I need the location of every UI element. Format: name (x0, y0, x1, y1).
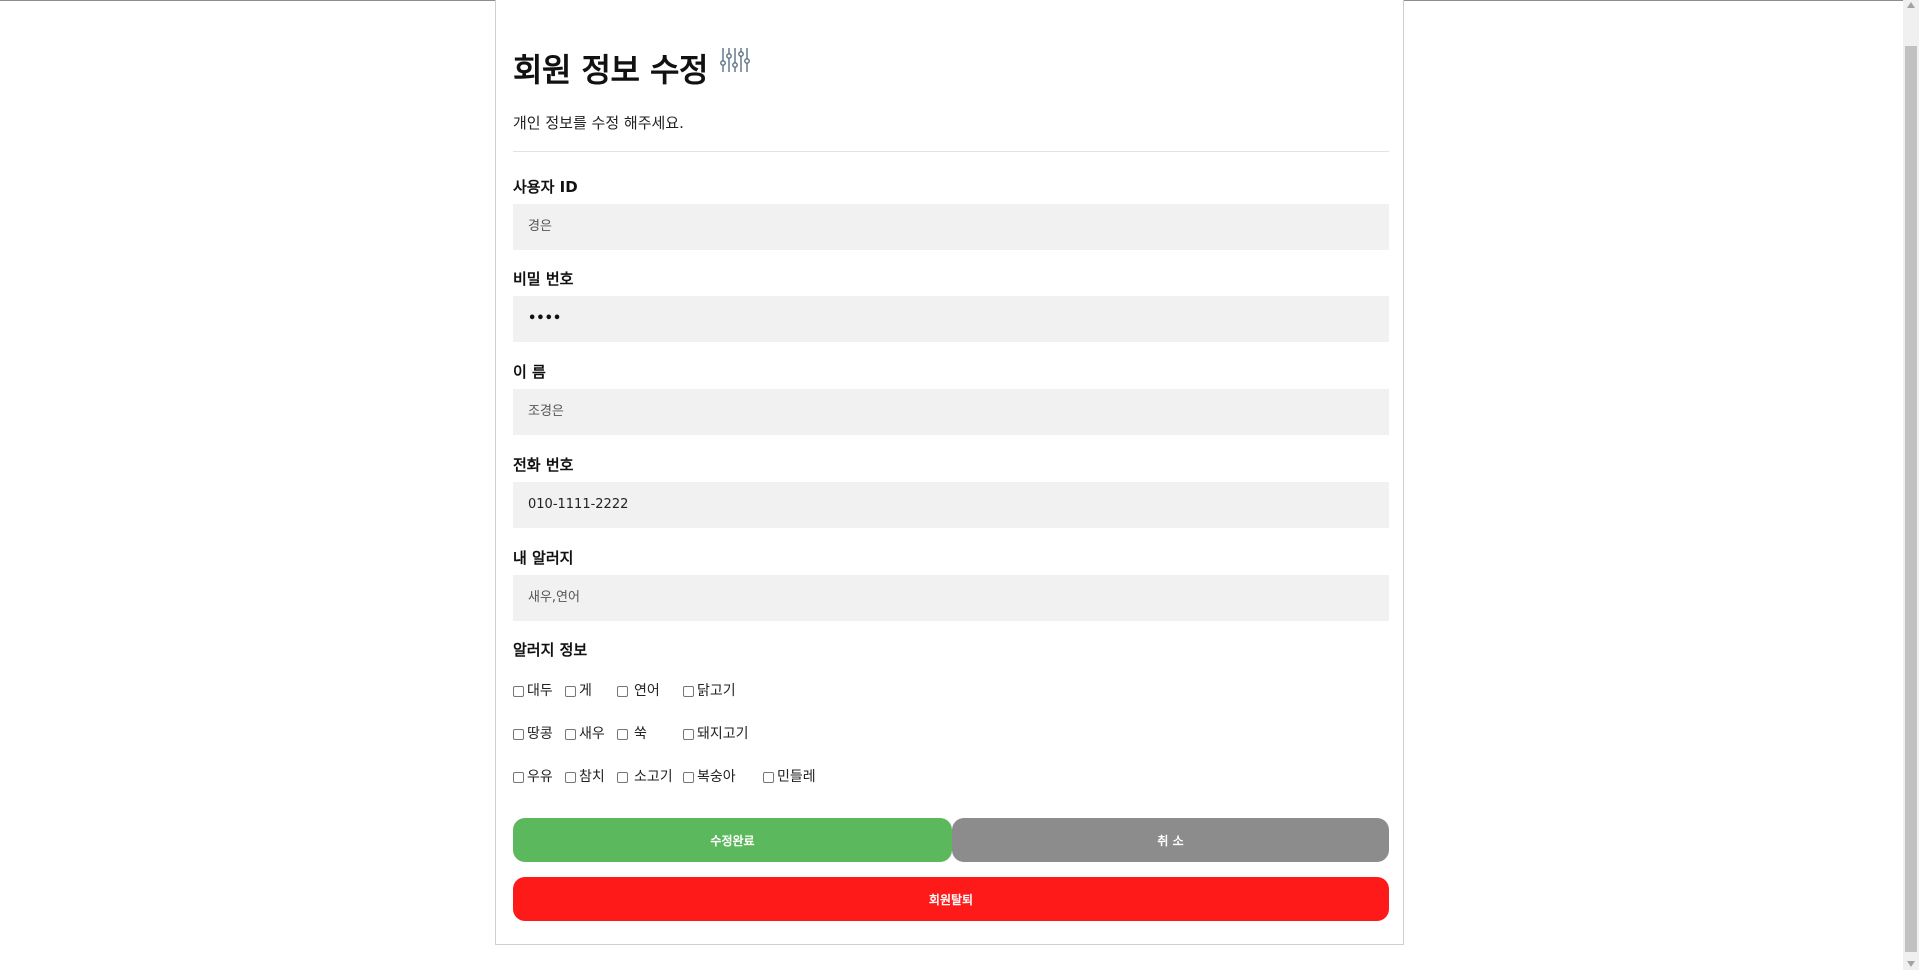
page-title: 회원 정보 수정 (513, 51, 708, 89)
allergy-option-peach[interactable]: 복숭아 (683, 768, 736, 786)
allergy-option-milk[interactable]: 우유 (513, 768, 553, 786)
allergy-option-salmon[interactable]: 연어 (617, 682, 660, 700)
allergy-option-pork[interactable]: 돼지고기 (683, 725, 749, 743)
scroll-up-arrow-icon[interactable] (1907, 2, 1915, 8)
name-label: 이 름 (513, 363, 546, 381)
allergy-option-label: 닭고기 (697, 683, 736, 699)
allergy-option-label: 참치 (579, 769, 605, 785)
my-allergy-field[interactable]: 새우,연어 (513, 575, 1389, 621)
user-id-label: 사용자 ID (513, 178, 578, 196)
allergy-option-beef[interactable]: 소고기 (617, 768, 673, 786)
checkbox[interactable] (683, 771, 694, 783)
my-allergy-label: 내 알러지 (513, 549, 574, 567)
allergy-option-mugwort[interactable]: 쑥 (617, 725, 647, 743)
password-label: 비밀 번호 (513, 270, 574, 288)
checkbox[interactable] (513, 685, 524, 697)
allergy-option-label: 땅콩 (527, 726, 553, 742)
checkbox[interactable] (617, 771, 628, 783)
title-row: 회원 정보 수정 (513, 46, 750, 94)
allergy-option-label: 게 (579, 683, 592, 699)
checkbox[interactable] (513, 728, 524, 740)
phone-label: 전화 번호 (513, 456, 574, 474)
allergy-option-label: 복숭아 (697, 769, 736, 785)
sliders-icon (720, 48, 750, 72)
allergy-option-label: 우유 (527, 769, 553, 785)
allergy-option-label: 새우 (579, 726, 605, 742)
allergy-info-label: 알러지 정보 (513, 641, 588, 659)
allergy-option-label: 민들레 (777, 769, 816, 785)
checkbox[interactable] (565, 685, 576, 697)
allergy-option-label: 소고기 (634, 769, 673, 785)
save-button[interactable]: 수정완료 (513, 818, 952, 862)
edit-profile-card: 회원 정보 수정 개인 정보를 수정 해주세요. 사용자 ID 경은 비밀 번호… (495, 0, 1404, 945)
allergy-option-dandelion[interactable]: 민들레 (763, 768, 816, 786)
allergy-option-crab[interactable]: 게 (565, 682, 592, 700)
checkbox[interactable] (617, 685, 628, 697)
scrollbar-thumb[interactable] (1905, 46, 1917, 952)
allergy-option-peanut[interactable]: 땅콩 (513, 725, 553, 743)
name-field[interactable]: 조경은 (513, 389, 1389, 435)
allergy-option-label: 쑥 (634, 726, 647, 742)
scroll-down-arrow-icon[interactable] (1907, 961, 1915, 967)
allergy-option-tuna[interactable]: 참치 (565, 768, 605, 786)
checkbox[interactable] (513, 771, 524, 783)
page-subtitle: 개인 정보를 수정 해주세요. (513, 114, 684, 132)
checkbox[interactable] (565, 771, 576, 783)
checkbox[interactable] (683, 728, 694, 740)
withdraw-membership-button[interactable]: 회원탈퇴 (513, 877, 1389, 921)
allergy-option-shrimp[interactable]: 새우 (565, 725, 605, 743)
checkbox[interactable] (763, 771, 774, 783)
allergy-option-label: 연어 (634, 683, 660, 699)
cancel-button[interactable]: 취 소 (952, 818, 1389, 862)
checkbox[interactable] (683, 685, 694, 697)
allergy-option-label: 대두 (527, 683, 553, 699)
header-divider (513, 151, 1389, 152)
user-id-field[interactable]: 경은 (513, 204, 1389, 250)
password-field[interactable]: •••• (513, 296, 1389, 342)
allergy-option-soybean[interactable]: 대두 (513, 682, 553, 700)
checkbox[interactable] (565, 728, 576, 740)
checkbox[interactable] (617, 728, 628, 740)
allergy-option-label: 돼지고기 (697, 726, 749, 742)
vertical-scrollbar[interactable] (1903, 0, 1919, 970)
allergy-option-chicken[interactable]: 닭고기 (683, 682, 736, 700)
phone-field[interactable]: 010-1111-2222 (513, 482, 1389, 528)
